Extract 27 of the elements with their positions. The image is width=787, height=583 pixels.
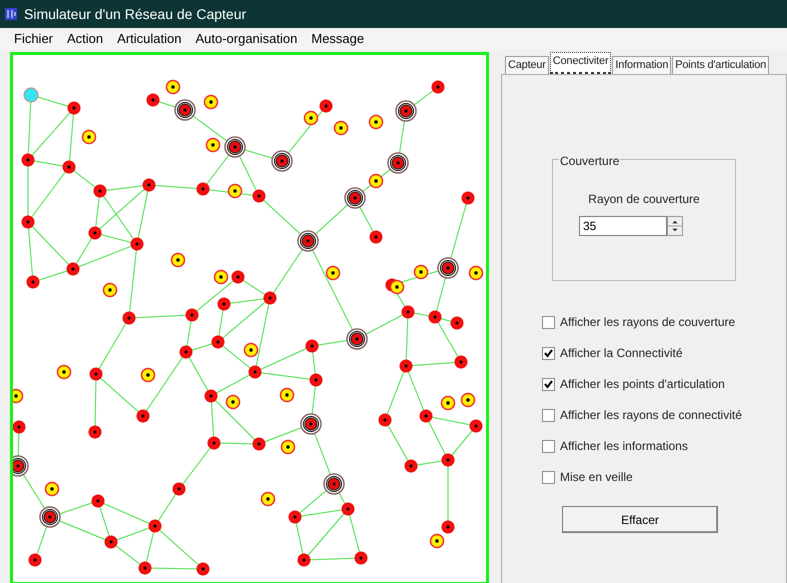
checkbox[interactable] [542,408,555,422]
checkbox-label[interactable]: Afficher la Connectivité [560,344,683,362]
spin-arrows-icon[interactable] [667,216,683,236]
menu-item[interactable]: Action [67,29,104,49]
checkbox-label[interactable]: Afficher les rayons de couverture [560,313,736,331]
clear-button[interactable]: Effacer [562,506,718,533]
checkbox[interactable] [542,440,555,452]
tab[interactable]: Conectiviter [550,52,612,75]
tab[interactable]: Points d'articulation [672,56,770,74]
checkbox[interactable] [542,316,555,328]
checkbox[interactable] [542,378,555,390]
checkbox[interactable] [542,346,555,360]
checkbox[interactable] [542,470,555,484]
checkbox-label[interactable]: Afficher les points d'articulation [560,375,725,393]
checkbox-label[interactable]: Afficher les rayons de connectivité [560,406,742,424]
checkbox-label[interactable]: Afficher les informations [560,437,688,455]
app-icon [4,7,18,21]
tab[interactable]: Capteur [505,56,549,74]
menu-item[interactable]: Articulation [117,29,182,49]
field-label: Rayon de couverture [588,191,700,208]
menu-item[interactable]: Message [311,29,364,49]
menu-item[interactable]: Auto-organisation [195,29,298,49]
checkbox-label[interactable]: Mise en veille [560,468,633,486]
window-title: Simulateur d'un Réseau de Capteur [24,4,246,24]
radius-input[interactable]: 35 [579,216,667,236]
menu-item[interactable]: Fichier [14,29,54,49]
tab[interactable]: Information [612,56,672,74]
